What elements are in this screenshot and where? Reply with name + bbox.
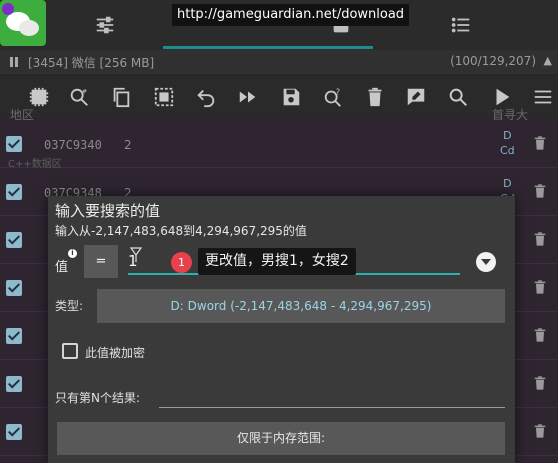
list-item[interactable]: 037C9340 2 D Cd C++数据区 <box>0 120 558 170</box>
search-dialog: 输入要搜索的值 输入从-2,147,483,648到4,294,967,295的… <box>48 196 515 463</box>
url-banner: http://gameguardian.net/download <box>172 4 410 26</box>
row-checkbox[interactable] <box>6 424 22 440</box>
nth-result-input[interactable] <box>159 384 505 408</box>
row-checkbox[interactable] <box>6 232 22 248</box>
dialog-title: 输入要搜索的值 <box>55 202 161 220</box>
row-checkbox[interactable] <box>6 136 22 152</box>
active-tab-indicator <box>163 46 373 49</box>
select-region-icon[interactable] <box>153 86 175 108</box>
encrypted-checkbox[interactable] <box>62 343 78 359</box>
chevron-up-icon[interactable]: ▲ <box>544 54 552 67</box>
play-icon[interactable] <box>491 86 513 108</box>
trash-icon[interactable] <box>532 422 548 440</box>
fast-forward-icon[interactable] <box>237 86 259 108</box>
operator-button[interactable]: = <box>84 245 118 278</box>
copy-icon[interactable] <box>110 86 132 108</box>
search-icon[interactable] <box>447 86 469 108</box>
settings-sliders-icon[interactable] <box>94 14 116 36</box>
undo-icon[interactable] <box>195 86 217 108</box>
chevron-down-icon[interactable] <box>476 252 496 272</box>
menu-list-icon[interactable] <box>450 14 472 36</box>
wechat-app-icon[interactable] <box>0 0 46 46</box>
row-checkbox[interactable] <box>6 376 22 392</box>
tip-step-badge: 1 <box>171 252 192 273</box>
text-cursor-icon <box>129 246 143 262</box>
tip-tooltip: 更改值，男搜1，女搜2 <box>198 248 356 275</box>
info-icon[interactable]: i <box>68 249 77 258</box>
trash-icon[interactable] <box>532 182 548 200</box>
pause-icon[interactable] <box>9 57 19 67</box>
type-selector-button[interactable]: D: Dword (-2,147,483,648 - 4,294,967,295… <box>97 289 505 323</box>
row-address: 037C9340 <box>44 138 102 152</box>
save-icon[interactable] <box>280 86 302 108</box>
svg-text:#: # <box>82 87 87 95</box>
memory-range-button[interactable]: 仅限于内存范围: <box>57 422 505 455</box>
trash-icon[interactable] <box>532 134 548 152</box>
process-bar: [3454] 微信 [256 MB] (100/129,207) ▲ <box>0 50 558 74</box>
hamburger-menu-icon[interactable] <box>532 86 554 108</box>
row-value: 2 <box>124 138 132 152</box>
edit-comment-icon[interactable] <box>405 86 427 108</box>
search-refine-icon[interactable]: # <box>68 86 90 108</box>
trash-icon[interactable] <box>532 278 548 296</box>
search-help-icon[interactable]: ? <box>322 86 344 108</box>
svg-text:?: ? <box>336 86 340 96</box>
nth-result-label: 只有第N个结果: <box>55 391 141 405</box>
encrypted-label: 此值被加密 <box>85 346 146 360</box>
trash-icon[interactable] <box>532 230 548 248</box>
process-name: [3454] 微信 [256 MB] <box>28 56 155 70</box>
dialog-subtitle: 输入从-2,147,483,648到4,294,967,295的值 <box>55 224 307 238</box>
select-all-icon[interactable] <box>28 86 50 108</box>
row-checkbox[interactable] <box>6 280 22 296</box>
trash-icon[interactable] <box>532 374 548 392</box>
screen: http://gameguardian.net/download [3454] … <box>0 0 558 463</box>
delete-icon[interactable] <box>364 86 386 108</box>
top-app-bar: http://gameguardian.net/download <box>0 0 558 50</box>
row-checkbox[interactable] <box>6 184 22 200</box>
toolbar: # ? <box>0 76 558 118</box>
result-count: (100/129,207) <box>450 54 536 68</box>
type-label: 类型: <box>55 299 84 313</box>
row-type: DCd <box>500 129 515 157</box>
trash-icon[interactable] <box>532 326 548 344</box>
row-checkbox[interactable] <box>6 328 22 344</box>
value-label: 值 <box>55 260 69 275</box>
